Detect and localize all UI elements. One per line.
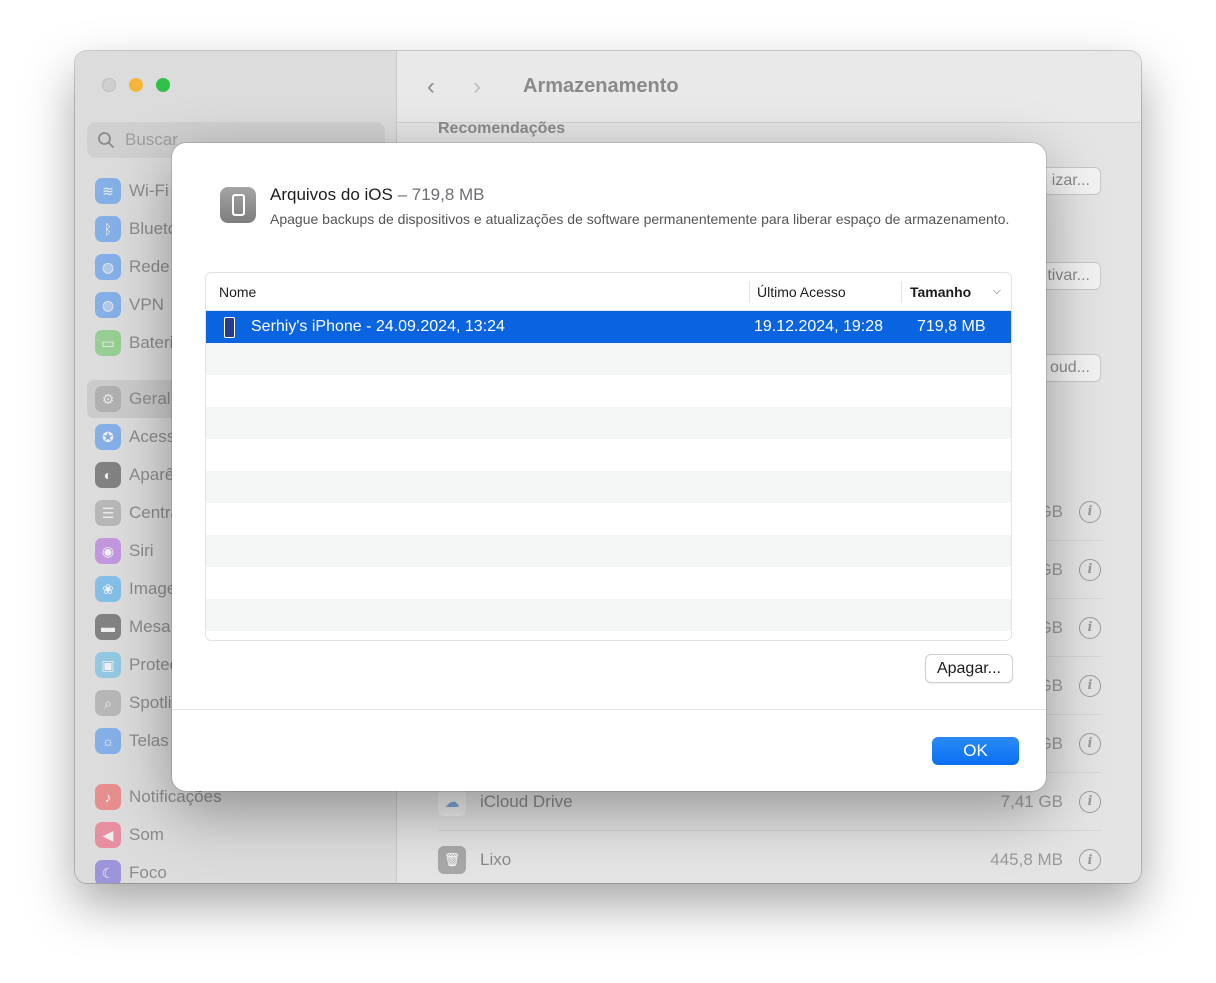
sidebar-item-label: Som — [129, 825, 164, 844]
search-placeholder: Buscar — [125, 130, 178, 149]
ios-files-sheet: Arquivos do iOS – 719,8 MB Apague backup… — [172, 143, 1046, 791]
sidebar-item-label: Siri — [129, 541, 154, 560]
siri-icon: ◉ — [95, 538, 121, 564]
page-title: Armazenamento — [523, 75, 679, 97]
column-header-size[interactable]: Tamanho ⌵ — [901, 280, 1011, 303]
sidebar-item-label: Wi-Fi — [129, 181, 169, 200]
table-body: Serhiy's iPhone - 24.09.2024, 13:24 19.12… — [206, 311, 1011, 631]
globe-icon: ◍ — [95, 254, 121, 280]
info-icon[interactable]: i — [1079, 732, 1101, 755]
sheet-title: Arquivos do iOS – 719,8 MB — [270, 185, 1010, 205]
cell-last-access: 19.12.2024, 19:28 — [754, 318, 884, 335]
files-table: Nome Último Acesso Tamanho ⌵ Serhiy's iP… — [205, 272, 1012, 641]
sheet-total-size: – 719,8 MB — [392, 185, 485, 204]
ok-button[interactable]: OK — [932, 737, 1019, 765]
bell-icon: ♪ — [95, 784, 121, 810]
moon-icon: ☾ — [95, 860, 121, 883]
recommendation-button-1[interactable]: izar... — [1040, 167, 1101, 195]
empty-table-row — [206, 535, 1011, 567]
storage-row-size: 7,41 GB — [1000, 791, 1063, 811]
empty-table-row — [206, 567, 1011, 599]
storage-row-size: 445,8 MB — [990, 850, 1063, 869]
sidebar-item-label: Telas — [129, 731, 169, 750]
cloud-icon: ☁ — [438, 787, 466, 816]
forward-icon[interactable]: › — [473, 73, 495, 101]
displays-icon: ☼ — [95, 728, 121, 754]
info-icon[interactable]: i — [1079, 674, 1101, 697]
back-icon[interactable]: ‹ — [427, 73, 449, 101]
spotlight-icon: ⌕ — [95, 690, 121, 716]
sidebar-item-label: VPN — [129, 295, 164, 314]
bluetooth-icon: ᛒ — [95, 216, 121, 242]
wifi-icon: ≋ — [95, 178, 121, 204]
toolbar: ‹ › Armazenamento — [397, 51, 1141, 123]
close-button[interactable] — [102, 78, 116, 92]
screensaver-icon: ▣ — [95, 652, 121, 678]
wallpaper-icon: ❀ — [95, 576, 121, 602]
empty-table-row — [206, 407, 1011, 439]
empty-table-row — [206, 343, 1011, 375]
table-header: Nome Último Acesso Tamanho ⌵ — [206, 273, 1011, 311]
recommendation-button-2[interactable]: tivar... — [1036, 262, 1101, 290]
sheet-header: Arquivos do iOS – 719,8 MB Apague backup… — [220, 185, 1009, 229]
info-icon[interactable]: i — [1079, 790, 1101, 813]
recommendation-button-3[interactable]: oud... — [1038, 354, 1101, 382]
sidebar-item-label: Geral — [129, 389, 171, 408]
dock-icon: ▬ — [95, 614, 121, 640]
table-row[interactable]: Serhiy's iPhone - 24.09.2024, 13:24 19.12… — [206, 311, 1011, 343]
vpn-icon: ◍ — [95, 292, 121, 318]
empty-table-row — [206, 599, 1011, 631]
empty-table-row — [206, 471, 1011, 503]
cell-name-text: Serhiy's iPhone - 24.09.2024, 13:24 — [251, 318, 505, 335]
control-center-icon: ☰ — [95, 500, 121, 526]
sheet-title-text: Arquivos do iOS — [270, 185, 393, 204]
battery-icon: ▭ — [95, 330, 121, 356]
info-icon[interactable]: i — [1079, 558, 1101, 581]
info-icon[interactable]: i — [1079, 616, 1101, 639]
appearance-icon: ◐ — [95, 462, 121, 488]
minimize-button[interactable] — [129, 78, 143, 92]
sidebar-item-foco[interactable]: ☾ Foco — [87, 854, 385, 883]
trash-icon: 🗑 — [438, 846, 466, 874]
accessibility-icon: ✪ — [95, 424, 121, 450]
sidebar-item-label: Rede — [129, 257, 170, 276]
cell-size: 719,8 MB — [917, 318, 986, 335]
iphone-icon — [220, 187, 256, 223]
cell-name: Serhiy's iPhone - 24.09.2024, 13:24 — [206, 316, 749, 338]
sheet-description: Apague backups de dispositivos e atualiz… — [270, 211, 1010, 227]
column-header-size-label: Tamanho — [910, 283, 972, 300]
zoom-button[interactable] — [156, 78, 170, 92]
erase-button[interactable]: Apagar... — [924, 654, 1013, 683]
storage-row-name: Lixo — [480, 850, 512, 869]
chevron-down-icon: ⌵ — [992, 285, 1001, 297]
empty-table-row — [206, 503, 1011, 535]
info-icon[interactable]: i — [1079, 849, 1101, 871]
sidebar-item-som[interactable]: ◀ Som — [87, 816, 385, 854]
speaker-icon: ◀ — [95, 822, 121, 848]
empty-table-row — [206, 375, 1011, 407]
traffic-lights — [102, 78, 170, 92]
column-header-last-access[interactable]: Último Acesso — [749, 280, 901, 303]
empty-table-row — [206, 439, 1011, 471]
gear-icon: ⚙ — [95, 386, 121, 412]
search-icon — [98, 132, 114, 148]
recommendations-header: Recomendações — [438, 120, 566, 137]
sheet-divider — [172, 709, 1046, 710]
sidebar-item-label: Foco — [129, 863, 167, 882]
info-icon[interactable]: i — [1079, 500, 1101, 523]
column-header-name[interactable]: Nome — [206, 273, 749, 310]
storage-row-name: iCloud Drive — [480, 791, 573, 811]
iphone-icon — [224, 316, 235, 338]
storage-row: 🗑 Lixo 445,8 MB i — [438, 831, 1101, 883]
